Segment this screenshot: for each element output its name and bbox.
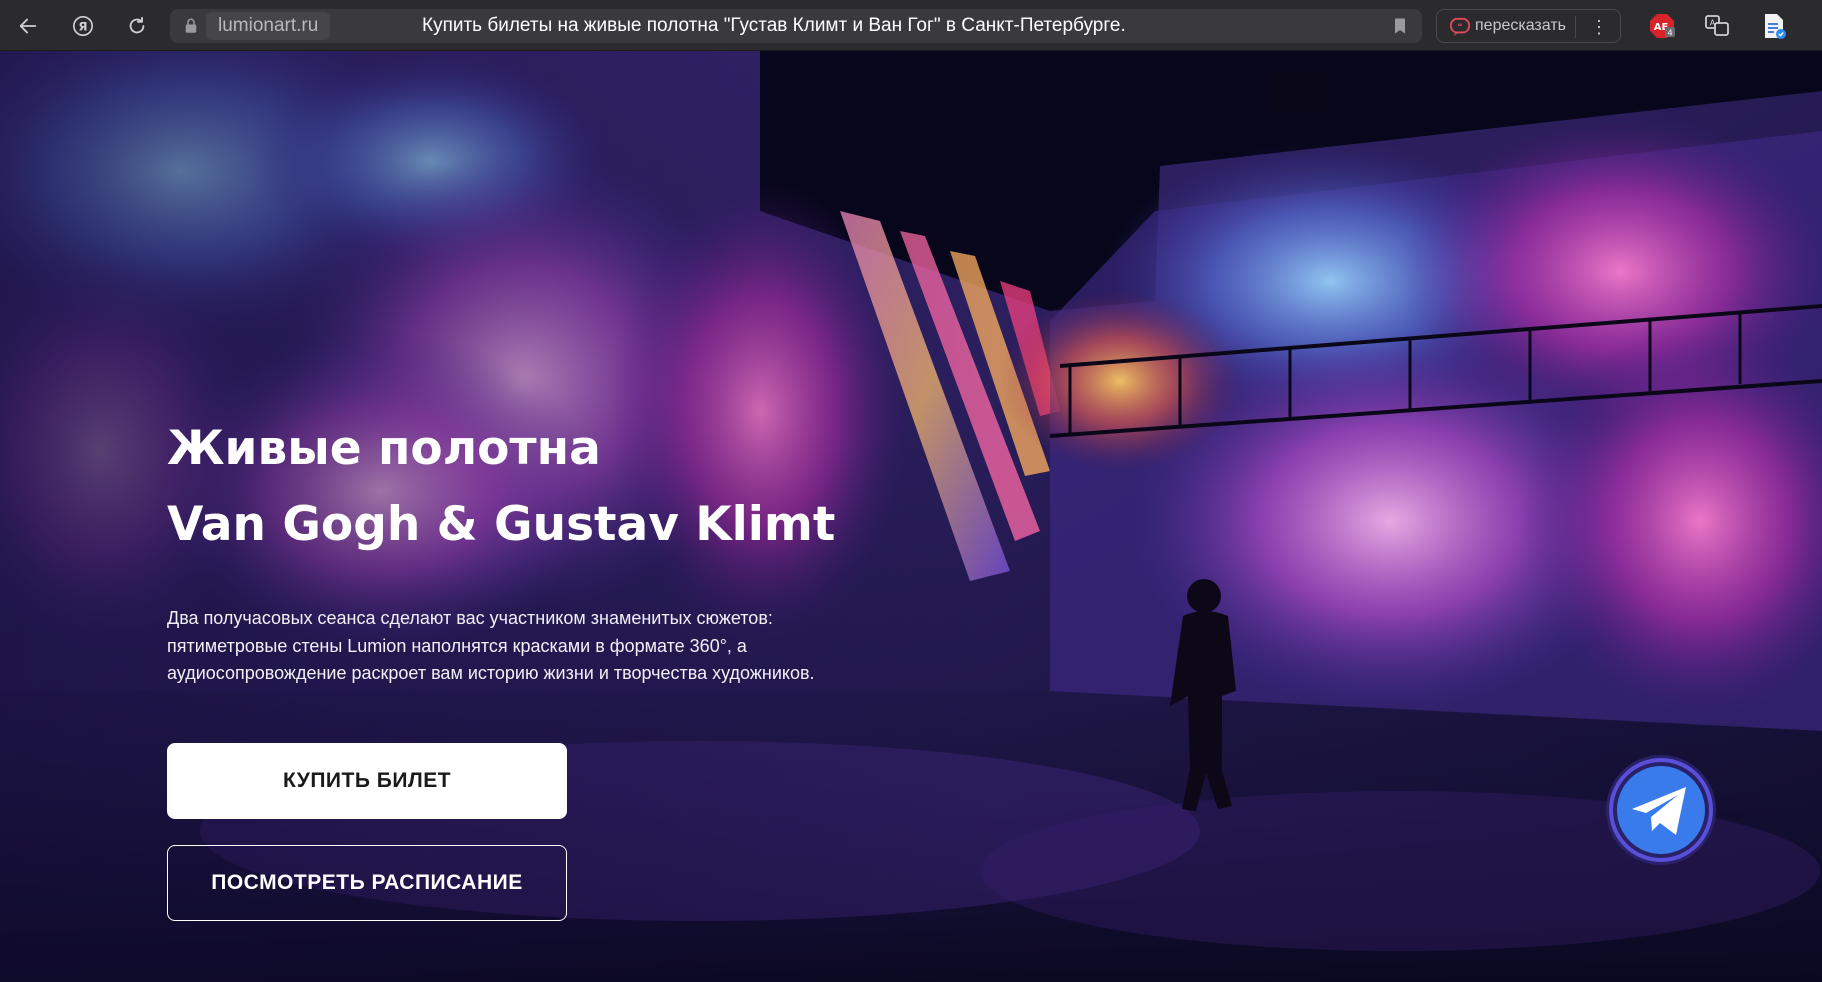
retell-button[interactable]: “ пересказать ⋮ xyxy=(1436,9,1621,43)
translate-extension-icon[interactable]: A xyxy=(1703,12,1731,40)
bookmark-icon[interactable] xyxy=(1390,16,1410,36)
reload-icon[interactable] xyxy=(123,12,151,40)
svg-text:“: “ xyxy=(1457,21,1462,31)
retell-label: пересказать xyxy=(1475,17,1566,34)
browser-toolbar: Я lumionart.ru Купить билеты на живые по… xyxy=(0,0,1822,51)
address-bar[interactable]: lumionart.ru Купить билеты на живые поло… xyxy=(170,9,1422,43)
buy-ticket-button[interactable]: КУПИТЬ БИЛЕТ xyxy=(167,743,567,819)
back-arrow-icon[interactable] xyxy=(14,12,42,40)
hero-title-line-1: Живые полотна xyxy=(167,421,601,476)
hero-section: Живые полотна Van Gogh & Gustav Klimt Дв… xyxy=(0,51,1822,982)
hero-title: Живые полотна Van Gogh & Gustav Klimt xyxy=(167,411,867,563)
extension-badge: 4 xyxy=(1667,29,1672,38)
hero-title-line-2: Van Gogh & Gustav Klimt xyxy=(167,497,836,552)
svg-text:A: A xyxy=(1710,19,1716,28)
lock-icon xyxy=(185,18,197,33)
view-schedule-button[interactable]: ПОСМОТРЕТЬ РАСПИСАНИЕ xyxy=(167,845,567,921)
hero-description: Два получасовых сеанса сделают вас участ… xyxy=(167,608,815,683)
document-extension-icon[interactable] xyxy=(1760,12,1788,40)
domain-chip[interactable]: lumionart.ru xyxy=(206,12,331,40)
hero-content: Живые полотна Van Gogh & Gustav Klimt Дв… xyxy=(167,411,867,688)
adblock-extension-icon[interactable]: AE 4 xyxy=(1648,12,1676,40)
yandex-logo-icon[interactable]: Я xyxy=(69,12,97,40)
divider xyxy=(1575,16,1576,38)
kebab-menu-icon[interactable]: ⋮ xyxy=(1590,16,1608,38)
page-title: Купить билеты на живые полотна "Густав К… xyxy=(422,15,1126,36)
svg-text:Я: Я xyxy=(78,20,87,34)
retell-icon: “ xyxy=(1450,17,1470,37)
telegram-icon[interactable] xyxy=(1604,753,1718,867)
